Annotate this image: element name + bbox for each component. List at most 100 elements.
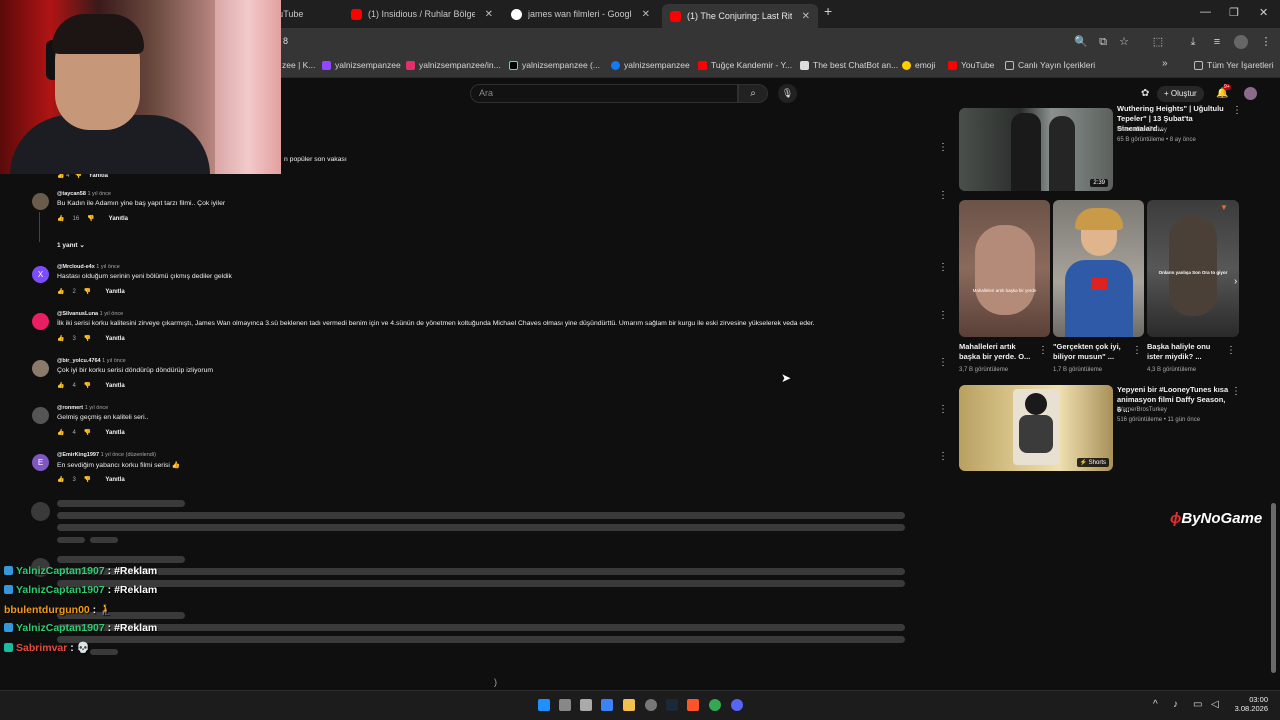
more-options-icon[interactable]: ⋮ [1232, 105, 1242, 116]
start-icon[interactable] [538, 699, 550, 711]
zoom-icon[interactable]: 🔍 [1074, 35, 1088, 49]
create-button[interactable]: + Oluştur [1157, 86, 1204, 102]
discord-icon[interactable] [731, 699, 743, 711]
close-icon[interactable]: ✕ [485, 9, 493, 20]
short-thumbnail[interactable] [1053, 200, 1144, 337]
avatar[interactable] [1244, 87, 1257, 100]
chevron-right-icon[interactable]: » [1162, 58, 1168, 69]
replies-toggle[interactable]: 1 yanıt ⌄ [57, 241, 85, 249]
install-icon[interactable]: ⧉ [1096, 35, 1110, 49]
mic-button[interactable]: 🎙 [778, 84, 797, 103]
more-options-icon[interactable]: ⋮ [938, 190, 948, 201]
reply-button[interactable]: Yanıtla [109, 216, 128, 222]
tab-google[interactable]: james wan filmleri - Google'da ✕ [503, 4, 658, 24]
bookmark-item[interactable]: Tuğçe Kandemir - Y... [698, 60, 792, 70]
extensions-icon[interactable]: ⬚ [1151, 35, 1165, 49]
url-fragment[interactable]: 8 [283, 36, 288, 46]
more-options-icon[interactable]: ⋮ [1231, 386, 1241, 397]
app-icon[interactable] [601, 699, 613, 711]
dislike-icon[interactable]: 👎 [84, 476, 91, 483]
short-thumbnail[interactable]: Onların yanlışa Son Ora to giyor ▼ [1147, 200, 1239, 337]
dislike-icon[interactable]: 👎 [87, 215, 94, 222]
brave-icon[interactable] [687, 699, 699, 711]
reply-button[interactable]: Yanıtla [105, 430, 124, 436]
scrollbar[interactable] [1271, 503, 1276, 673]
comment-author[interactable]: @ronmert [57, 405, 83, 411]
minimize-button[interactable]: — [1200, 6, 1211, 18]
more-options-icon[interactable]: ⋮ [938, 310, 948, 321]
cast-icon[interactable]: ✿ [1141, 88, 1149, 99]
dislike-icon[interactable]: 👎 [84, 335, 91, 342]
display-icon[interactable]: ▭ [1193, 699, 1202, 710]
more-options-icon[interactable]: ⋮ [938, 142, 948, 153]
reply-button[interactable]: Yanıtla [105, 383, 124, 389]
bookmark-item[interactable]: yalnizsempanzee (... [509, 60, 600, 70]
bookmark-item[interactable]: zee | K... [282, 60, 315, 70]
chevron-right-icon[interactable]: › [1234, 276, 1237, 287]
settings-icon[interactable] [645, 699, 657, 711]
dislike-icon[interactable]: 👎 [84, 288, 91, 295]
chrome-icon[interactable] [709, 699, 721, 711]
comment-author[interactable]: @EmirKing1997 [57, 452, 99, 458]
task-view-icon[interactable] [559, 699, 571, 711]
short-title[interactable]: "Gerçekten çok iyi, biliyor musun" ... [1053, 342, 1128, 362]
bookmark-item[interactable]: YouTube [948, 60, 994, 70]
bookmark-folder[interactable]: Canlı Yayın İçerikleri [1005, 60, 1095, 70]
all-bookmarks[interactable]: Tüm Yer İşaretleri [1194, 60, 1274, 70]
tab-conjuring[interactable]: (1) The Conjuring: Last Rites | K ✕ [662, 4, 818, 28]
widgets-icon[interactable] [580, 699, 592, 711]
search-button[interactable]: ⌕ [738, 84, 768, 103]
more-options-icon[interactable]: ⋮ [938, 451, 948, 462]
file-explorer-icon[interactable] [623, 699, 635, 711]
new-tab-button[interactable]: + [824, 3, 832, 19]
more-options-icon[interactable]: ⋮ [938, 357, 948, 368]
more-options-icon[interactable]: ⋮ [1226, 345, 1236, 356]
avatar[interactable] [32, 360, 49, 377]
dislike-icon[interactable]: 👎 [84, 382, 91, 389]
tab-insidious[interactable]: (1) Insidious / Ruhlar Bölgesi (2 ✕ [343, 4, 501, 24]
clock[interactable]: 03:00 3.08.2026 [1232, 695, 1268, 713]
video-thumbnail[interactable]: 2:39 [959, 108, 1113, 191]
maximize-button[interactable]: ❐ [1229, 6, 1239, 19]
steam-icon[interactable] [666, 699, 678, 711]
bookmark-item[interactable]: yalnizsempanzee [611, 60, 690, 70]
channel-name[interactable]: WarnerBrosTurkey [1117, 406, 1167, 415]
bookmark-item[interactable]: The best ChatBot an... [800, 60, 898, 70]
close-window-button[interactable]: ✕ [1259, 6, 1268, 19]
reply-button[interactable]: Yanıtla [105, 477, 124, 483]
comment-author[interactable]: @taycan58 [57, 191, 86, 197]
short-thumbnail[interactable]: Mahalleleri artık başka bir yerde [959, 200, 1050, 337]
like-icon[interactable]: 👍 [57, 288, 64, 295]
short-title[interactable]: Mahalleleri artık başka bir yerde. O... [959, 342, 1034, 362]
avatar[interactable] [32, 407, 49, 424]
avatar[interactable] [32, 313, 49, 330]
video-thumbnail[interactable]: ⚡ Shorts [959, 385, 1113, 471]
avatar[interactable]: E [32, 454, 49, 471]
like-icon[interactable]: 👍 [57, 382, 64, 389]
close-icon[interactable]: ✕ [802, 11, 810, 22]
menu-icon[interactable]: ⋮ [1259, 35, 1273, 49]
close-icon[interactable]: ✕ [642, 9, 650, 20]
bookmark-item[interactable]: emoji [902, 60, 935, 70]
download-icon[interactable]: ⤓ [1186, 35, 1200, 49]
like-icon[interactable]: 👍 [57, 476, 64, 483]
more-options-icon[interactable]: ⋮ [938, 262, 948, 273]
like-icon[interactable]: 👍 [57, 335, 64, 342]
avatar[interactable] [32, 193, 49, 210]
mic-icon[interactable]: ♪ [1173, 699, 1178, 710]
profile-avatar[interactable] [1234, 35, 1248, 49]
channel-name[interactable]: WarnerBrosTurkey [1117, 126, 1167, 135]
bookmark-star-icon[interactable]: ☆ [1117, 35, 1131, 49]
short-title[interactable]: Başka haliyle onu ister miydik? ... [1147, 342, 1222, 362]
volume-icon[interactable]: ◁ [1211, 699, 1219, 710]
comment-author[interactable]: @bir_yolcu.4764 [57, 358, 101, 364]
avatar[interactable]: X [32, 266, 49, 283]
comment-author[interactable]: @SilvanusLuna [57, 311, 98, 317]
more-options-icon[interactable]: ⋮ [938, 404, 948, 415]
like-icon[interactable]: 👍 [57, 215, 64, 222]
bookmark-item[interactable]: yalnizsempanzee [322, 60, 401, 70]
comment-author[interactable]: @Mrcloud-e4x [57, 264, 95, 270]
chevron-up-icon[interactable]: ^ [1153, 699, 1158, 710]
like-icon[interactable]: 👍 [57, 429, 64, 436]
reply-button[interactable]: Yanıtla [105, 336, 124, 342]
